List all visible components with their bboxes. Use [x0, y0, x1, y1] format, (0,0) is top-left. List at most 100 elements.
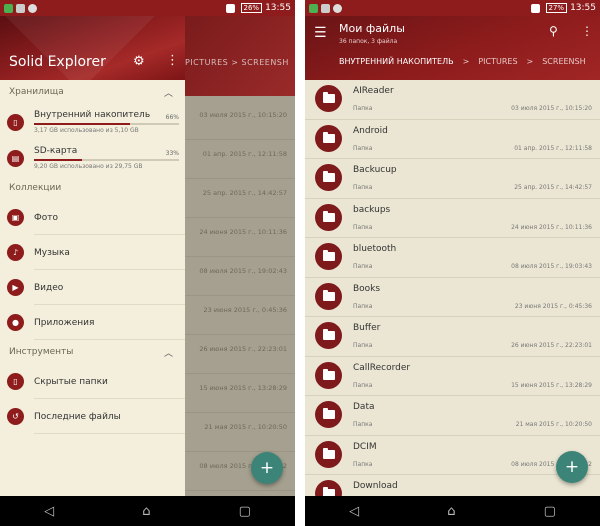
storage-item[interactable]: ▤ SD-карта 33% 9,20 GB использовано из 2… — [0, 140, 185, 176]
background-date: 15 июня 2015 г., 13:28:29 — [199, 384, 287, 392]
file-name: AIReader — [353, 86, 394, 96]
background-date: 23 июня 2015 г., 0:45:36 — [203, 306, 287, 314]
background-list-item: 03 июля 2015 г., 10:15:20 — [185, 101, 295, 140]
file-list-item[interactable]: Backucup Папка 25 апр. 2015 г., 14:42:57 — [305, 159, 600, 199]
folder-icon — [315, 440, 342, 468]
status-bar: 26% 13:55 — [0, 0, 295, 16]
storage-name: Внутренний накопитель — [34, 110, 151, 120]
file-type: Папка — [353, 263, 373, 270]
file-type: Папка — [353, 381, 373, 389]
file-list-item[interactable]: CallRecorder Папка 15 июня 2015 г., 13:2… — [305, 357, 600, 396]
storage-item[interactable]: ▯ Внутренний накопитель 66% 3,17 GB испо… — [0, 104, 185, 140]
storage-usage: 3,17 GB использовано из 5,10 GB — [34, 127, 139, 134]
file-list-item[interactable]: bluetooth Папка 08 июля 2015 г., 19:03:4… — [305, 238, 600, 278]
file-list-item[interactable]: Buffer Папка 26 июня 2015 г., 22:23:01 — [305, 317, 600, 357]
back-icon[interactable]: ◁ — [349, 504, 359, 519]
drawer-item[interactable]: ♪ Музыка — [0, 235, 185, 270]
chevron-up-icon[interactable]: ︿ — [164, 346, 173, 359]
drawer-item[interactable]: ▯ Скрытые папки — [0, 364, 185, 399]
breadcrumb-item[interactable]: PICTURES — [478, 57, 517, 66]
android-icon: ● — [7, 314, 24, 331]
folder-icon — [315, 164, 342, 191]
file-name: Android — [353, 125, 388, 136]
battery-indicator: 27% — [545, 3, 568, 13]
history-icon: ↺ — [7, 408, 24, 425]
photo-icon: ▣ — [7, 209, 24, 226]
file-name: Data — [353, 402, 375, 412]
folder-icon — [315, 401, 342, 428]
file-date: 21 мая 2015 г., 10:20:50 — [515, 421, 592, 428]
breadcrumb: ВНУТРЕННИЙ НАКОПИТЕЛЬ > PICTURES > SCREE… — [339, 57, 586, 66]
storage-percent: 33% — [165, 150, 179, 157]
folder-icon — [315, 243, 342, 270]
background-list-item: 24 июня 2015 г., 10:11:36 — [185, 218, 295, 257]
back-icon[interactable]: ◁ — [44, 504, 54, 519]
chevron-up-icon[interactable]: ︿ — [164, 86, 173, 99]
home-icon[interactable]: ⌂ — [142, 504, 150, 519]
folder-icon — [315, 85, 342, 112]
search-icon[interactable]: ⚲ — [549, 24, 558, 38]
clock: 13:55 — [265, 3, 291, 13]
storage-usage: 9,20 GB использовано из 29,75 GB — [34, 163, 143, 170]
file-type: Папка — [353, 460, 373, 468]
file-list-item[interactable]: Data Папка 21 мая 2015 г., 10:20:50 — [305, 396, 600, 436]
right-screen: 27% 13:55 ☰ Мои файлы 36 папок, 3 файла … — [305, 0, 600, 526]
navigation-drawer: Solid Explorer ⚙ ⋮ Хранилища ︿ ▯ Внутрен… — [0, 16, 185, 496]
drawer-item-label: Приложения — [34, 317, 95, 328]
overflow-menu-icon[interactable]: ⋮ — [166, 53, 179, 68]
drawer-item-label: Последние файлы — [34, 411, 121, 422]
notification-icon — [16, 3, 25, 13]
overflow-menu-icon[interactable]: ⋮ — [581, 24, 593, 38]
file-type: Папка — [353, 342, 373, 349]
tools-section-header[interactable]: Инструменты ︿ — [0, 340, 185, 364]
file-name: CallRecorder — [353, 362, 411, 373]
background-list-item: 26 июня 2015 г., 22:23:01 — [185, 335, 295, 374]
file-list-item[interactable]: Android Папка 01 апр. 2015 г., 12:11:58 — [305, 120, 600, 159]
storage-section-header[interactable]: Хранилища ︿ — [0, 80, 185, 104]
file-list-item[interactable]: Books Папка 23 июня 2015 г., 0:45:36 — [305, 278, 600, 317]
breadcrumb-current[interactable]: ВНУТРЕННИЙ НАКОПИТЕЛЬ — [339, 57, 454, 66]
file-date: 26 июня 2015 г., 22:23:01 — [511, 342, 592, 349]
file-type: Папка — [353, 184, 373, 191]
file-date: 25 апр. 2015 г., 14:42:57 — [514, 184, 592, 191]
hidden-folder-icon: ▯ — [7, 373, 24, 390]
storage-progress-bar: 33% — [34, 150, 179, 161]
app-bar: ☰ Мои файлы 36 папок, 3 файла ⚲ ⋮ ВНУТРЕ… — [305, 16, 600, 80]
drawer-header: Solid Explorer ⚙ ⋮ — [0, 16, 185, 80]
background-date: 24 июня 2015 г., 10:11:36 — [199, 228, 287, 236]
drawer-item[interactable]: ▣ Фото — [0, 200, 185, 235]
recents-icon[interactable]: ▢ — [544, 504, 556, 519]
notification-icon — [4, 3, 13, 13]
recents-icon[interactable]: ▢ — [239, 504, 251, 519]
system-nav-bar: ◁ ⌂ ▢ — [0, 496, 295, 526]
file-list: AIReader Папка 03 июля 2015 г., 10:15:20… — [305, 80, 600, 515]
file-list-item[interactable]: AIReader Папка 03 июля 2015 г., 10:15:20 — [305, 80, 600, 120]
background-date: 25 апр. 2015 г., 14:42:57 — [202, 189, 287, 197]
add-fab-button[interactable]: + — [251, 452, 283, 484]
breadcrumb-item[interactable]: SCREENSH — [542, 57, 585, 66]
background-header: PICTURES > SCREENSH — [185, 16, 295, 96]
folder-icon — [315, 361, 342, 389]
file-date: 24 июня 2015 г., 10:11:36 — [511, 223, 592, 231]
hamburger-menu-icon[interactable]: ☰ — [314, 25, 327, 41]
file-list-item[interactable]: backups Папка 24 июня 2015 г., 10:11:36 — [305, 199, 600, 238]
battery-indicator: 26% — [240, 3, 263, 13]
add-fab-button[interactable]: + — [556, 451, 588, 483]
drawer-item-label: Видео — [34, 282, 64, 293]
background-date: 26 июня 2015 г., 22:23:01 — [199, 345, 287, 353]
notification-icon — [309, 3, 318, 13]
drawer-item[interactable]: ↺ Последние файлы — [0, 399, 185, 434]
drawer-item[interactable]: ● Приложения — [0, 305, 185, 340]
home-icon[interactable]: ⌂ — [447, 504, 455, 519]
status-bar: 27% 13:55 — [305, 0, 600, 16]
background-date: 03 июля 2015 г., 10:15:20 — [199, 111, 287, 119]
background-list-item: 23 июня 2015 г., 0:45:36 — [185, 296, 295, 335]
file-name: DCIM — [353, 441, 377, 452]
file-date: 08 июля 2015 г., 19:03:43 — [511, 263, 592, 270]
drawer-item[interactable]: ▶ Видео — [0, 270, 185, 305]
video-icon: ▶ — [7, 279, 24, 296]
file-name: Backucup — [353, 165, 397, 175]
folder-icon — [315, 203, 342, 231]
background-list-item: 25 апр. 2015 г., 14:42:57 — [185, 179, 295, 218]
settings-gear-icon[interactable]: ⚙ — [133, 54, 145, 69]
